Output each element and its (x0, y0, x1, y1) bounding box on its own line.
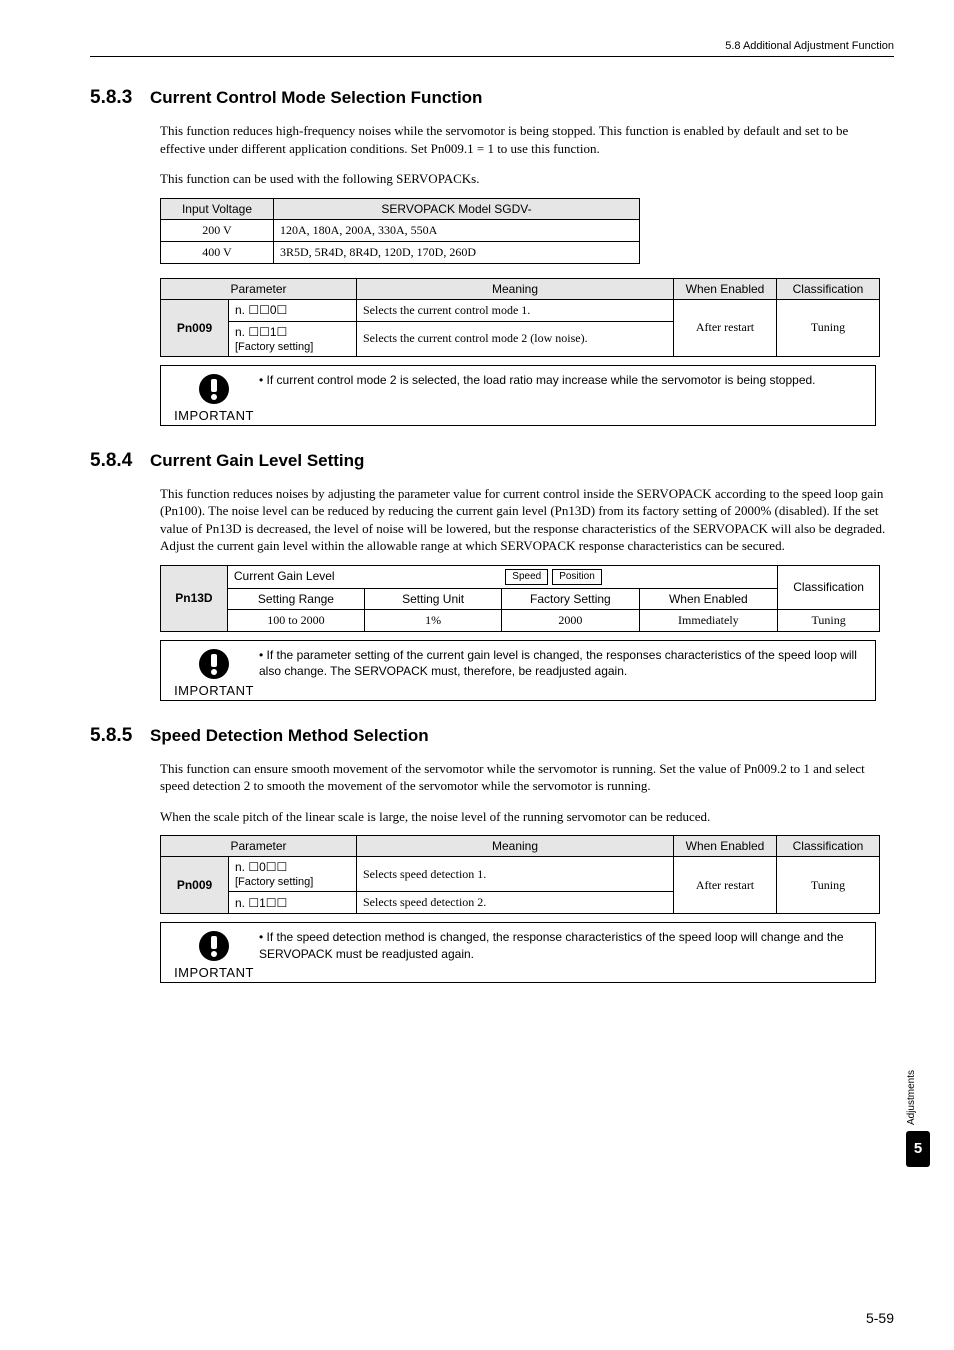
callout-583-text-span: If current control mode 2 is selected, t… (267, 373, 816, 387)
td-200v: 200 V (161, 219, 274, 241)
table-pn009-speed: Parameter Meaning When Enabled Classific… (160, 835, 880, 914)
th-when: When Enabled (674, 278, 777, 299)
th-param-585: Parameter (161, 836, 357, 857)
callout-icon-col-584: IMPORTANT (169, 645, 259, 698)
th-class-585: Classification (777, 836, 880, 857)
heading-585-num: 5.8.5 (90, 725, 150, 747)
p-584-1: This function reduces noises by adjustin… (160, 485, 894, 555)
td-mode2-val: n. ☐☐1☐ [Factory setting] (229, 321, 357, 356)
important-icon (197, 372, 231, 406)
heading-583: 5.8.3Current Control Mode Selection Func… (90, 87, 894, 109)
td-mode2-val-main: n. ☐☐1☐ (235, 325, 287, 339)
callout-584-text: • If the parameter setting of the curren… (259, 645, 867, 679)
td-when-584: Immediately (639, 609, 778, 631)
tag-position: Position (552, 569, 602, 585)
heading-584-num: 5.8.4 (90, 450, 150, 472)
td-mode2-val-sub: [Factory setting] (235, 341, 313, 353)
callout-584: IMPORTANT • If the parameter setting of … (160, 640, 876, 701)
heading-584-title: Current Gain Level Setting (150, 451, 364, 470)
td-sd2-mean: Selects speed detection 2. (357, 892, 674, 914)
callout-icon-col: IMPORTANT (169, 370, 259, 423)
td-mode1-mean: Selects the current control mode 1. (357, 299, 674, 321)
callout-584-text-span: If the parameter setting of the current … (259, 648, 857, 678)
header-rule (90, 56, 894, 57)
td-pn009-585: Pn009 (161, 857, 229, 914)
p-583-2: This function can be used with the follo… (160, 170, 894, 188)
important-icon (197, 647, 231, 681)
th-class: Classification (777, 278, 880, 299)
tag-speed: Speed (505, 569, 548, 585)
callout-icon-col-585: IMPORTANT (169, 927, 259, 980)
page-number: 5-59 (866, 1310, 894, 1326)
side-tab-num: 5 (906, 1131, 930, 1167)
heading-585-title: Speed Detection Method Selection (150, 726, 429, 745)
callout-585-text: • If the speed detection method is chang… (259, 927, 867, 961)
callout-585: IMPORTANT • If the speed detection metho… (160, 922, 876, 983)
callout-583-text: • If current control mode 2 is selected,… (259, 370, 867, 388)
td-gain-name: Current Gain Level (234, 569, 335, 583)
td-sd1-mean: Selects speed detection 1. (357, 857, 674, 892)
td-cls-584: Tuning (778, 609, 880, 631)
th-when-585: When Enabled (674, 836, 777, 857)
th-meaning: Meaning (357, 278, 674, 299)
td-sd1-val-main: n. ☐0☐☐ (235, 860, 287, 874)
td-when: After restart (674, 299, 777, 356)
side-tab: Adjustments 5 (906, 1070, 930, 1167)
side-tab-label: Adjustments (906, 1070, 917, 1125)
td-cls: Tuning (777, 299, 880, 356)
td-mode2-mean: Selects the current control mode 2 (low … (357, 321, 674, 356)
th-unit: Setting Unit (365, 588, 502, 609)
th-class-584: Classification (778, 565, 880, 609)
td-pn009: Pn009 (161, 299, 229, 356)
td-400v: 400 V (161, 241, 274, 263)
table-pn13d: Pn13D Current Gain Level SpeedPosition C… (160, 565, 880, 632)
th-input-voltage: Input Voltage (161, 198, 274, 219)
breadcrumb: 5.8 Additional Adjustment Function (90, 40, 894, 52)
th-when-584: When Enabled (639, 588, 778, 609)
th-meaning-585: Meaning (357, 836, 674, 857)
td-mode1-val: n. ☐☐0☐ (229, 299, 357, 321)
td-400v-models: 3R5D, 5R4D, 8R4D, 120D, 170D, 260D (274, 241, 640, 263)
td-gain-name-row: Current Gain Level SpeedPosition (227, 565, 777, 588)
callout-585-text-span: If the speed detection method is changed… (259, 930, 844, 960)
td-cls-585: Tuning (777, 857, 880, 914)
td-factory: 2000 (502, 609, 639, 631)
th-range: Setting Range (227, 588, 364, 609)
td-200v-models: 120A, 180A, 200A, 330A, 550A (274, 219, 640, 241)
table-pn009-mode: Parameter Meaning When Enabled Classific… (160, 278, 880, 357)
important-label: IMPORTANT (169, 408, 259, 423)
td-pn13d: Pn13D (161, 565, 228, 631)
th-factory: Factory Setting (502, 588, 639, 609)
important-label: IMPORTANT (169, 965, 259, 980)
td-unit: 1% (365, 609, 502, 631)
p-585-1: This function can ensure smooth movement… (160, 760, 894, 795)
heading-583-num: 5.8.3 (90, 87, 150, 109)
th-param: Parameter (161, 278, 357, 299)
heading-583-title: Current Control Mode Selection Function (150, 88, 482, 107)
td-when-585: After restart (674, 857, 777, 914)
p-583-1: This function reduces high-frequency noi… (160, 122, 894, 157)
heading-584: 5.8.4Current Gain Level Setting (90, 450, 894, 472)
table-servopack: Input VoltageSERVOPACK Model SGDV- 200 V… (160, 198, 640, 264)
heading-585: 5.8.5Speed Detection Method Selection (90, 725, 894, 747)
important-label: IMPORTANT (169, 683, 259, 698)
important-icon (197, 929, 231, 963)
td-range: 100 to 2000 (227, 609, 364, 631)
td-sd1-val-sub: [Factory setting] (235, 876, 313, 888)
th-model: SERVOPACK Model SGDV- (274, 198, 640, 219)
p-585-2: When the scale pitch of the linear scale… (160, 808, 894, 826)
callout-583: IMPORTANT • If current control mode 2 is… (160, 365, 876, 426)
td-sd2-val: n. ☐1☐☐ (229, 892, 357, 914)
td-sd1-val: n. ☐0☐☐ [Factory setting] (229, 857, 357, 892)
